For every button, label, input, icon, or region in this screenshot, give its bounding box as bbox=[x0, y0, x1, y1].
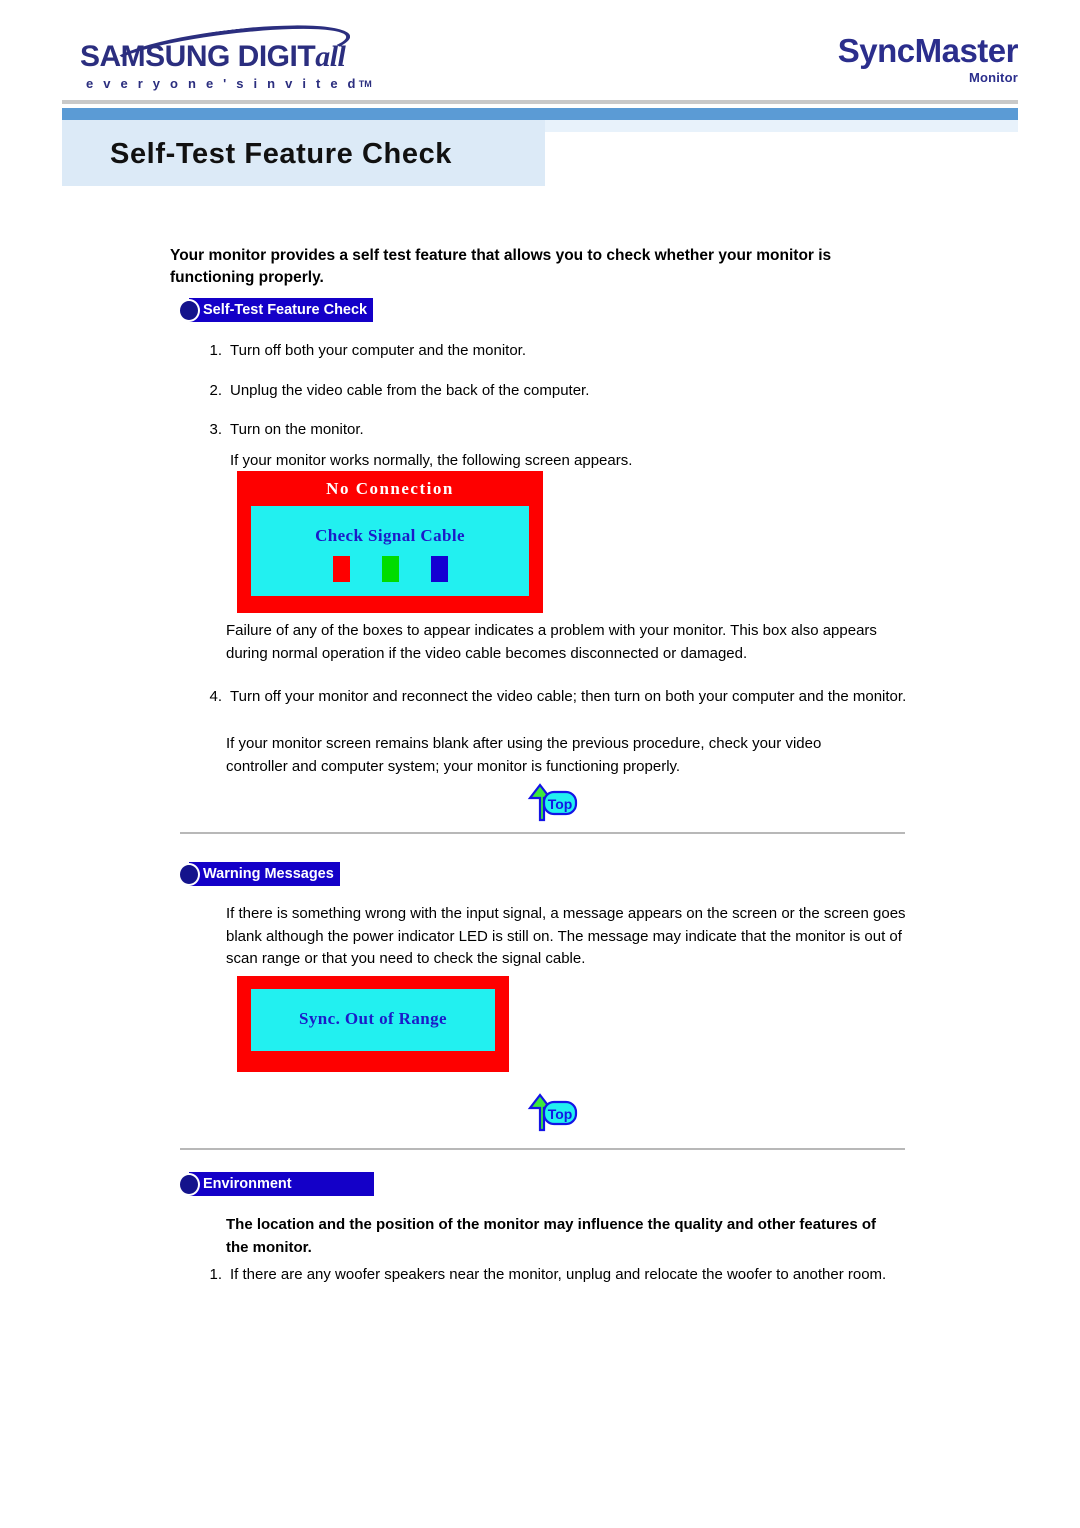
green-swatch bbox=[381, 556, 399, 582]
self-test-steps-list: 1. Turn off both your computer and the m… bbox=[190, 340, 910, 472]
badge-bullet-icon bbox=[178, 298, 200, 322]
closing-paragraph: If your monitor screen remains blank aft… bbox=[226, 735, 822, 775]
section-badge-label: Self-Test Feature Check bbox=[189, 298, 374, 322]
header-rule bbox=[62, 100, 1018, 104]
syncmaster-logo: SyncMaster Monitor bbox=[837, 32, 1019, 85]
list-item-text: If there are any woofer speakers near th… bbox=[230, 1266, 887, 1283]
samsung-logo: SAMSUNG DIGITall e v e r y o n e ' s i n… bbox=[78, 15, 388, 92]
list-item-text: Turn off your monitor and reconnect the … bbox=[230, 688, 907, 705]
top-button[interactable]: Top bbox=[510, 782, 580, 824]
section-badge-label: Environment bbox=[189, 1172, 374, 1196]
list-item-text: Turn on the monitor. bbox=[230, 421, 364, 438]
section-badge-environment: Environment bbox=[176, 1172, 374, 1196]
step3-note: If your monitor works normally, the foll… bbox=[190, 450, 910, 473]
environment-lead-paragraph: The location and the position of the mon… bbox=[226, 1216, 877, 1256]
self-test-step4-list: 4. Turn off your monitor and reconnect t… bbox=[190, 686, 910, 709]
section-badge-warning-messages: Warning Messages bbox=[176, 862, 340, 886]
samsung-wordmark: SAMSUNG DIGITall bbox=[80, 40, 346, 74]
section-divider bbox=[180, 1148, 905, 1150]
samsung-wordmark-s: S bbox=[80, 40, 100, 73]
list-item: 1. Turn off both your computer and the m… bbox=[190, 340, 910, 363]
list-item-number: 2. bbox=[209, 381, 222, 399]
list-item-number: 4. bbox=[209, 688, 222, 705]
list-item: 4. Turn off your monitor and reconnect t… bbox=[190, 686, 910, 709]
samsung-wordmark-all: all bbox=[315, 40, 346, 73]
intro-paragraph: Your monitor provides a self test featur… bbox=[170, 247, 832, 286]
title-band-notch bbox=[545, 132, 1018, 186]
blue-swatch bbox=[430, 556, 448, 582]
title-band-strip bbox=[545, 120, 1018, 132]
section-badge-label: Warning Messages bbox=[189, 862, 340, 886]
samsung-tagline-text: e v e r y o n e ' s i n v i t e d bbox=[86, 76, 359, 91]
red-swatch bbox=[332, 556, 350, 582]
page-title: Self-Test Feature Check bbox=[110, 138, 453, 170]
environment-steps-list: 1. If there are any woofer speakers near… bbox=[190, 1264, 910, 1287]
list-item: 3. Turn on the monitor. bbox=[190, 419, 910, 442]
list-item-text: Turn off both your computer and the moni… bbox=[230, 342, 527, 359]
check-signal-cable-text: Check Signal Cable bbox=[315, 526, 465, 545]
no-connection-screen-graphic: No Connection Check Signal Cable bbox=[237, 471, 543, 613]
list-item-text: Unplug the video cable from the back of … bbox=[230, 381, 590, 399]
failure-paragraph: Failure of any of the boxes to appear in… bbox=[226, 622, 877, 662]
list-item-number: 1. bbox=[209, 1266, 222, 1283]
page-header: SAMSUNG DIGITall e v e r y o n e ' s i n… bbox=[0, 0, 1080, 96]
step3-note-text: If your monitor works normally, the foll… bbox=[230, 451, 633, 469]
section-badge-self-test: Self-Test Feature Check bbox=[176, 298, 374, 322]
syncmaster-title: SyncMaster bbox=[837, 32, 1019, 69]
top-arrow-icon: Top bbox=[527, 783, 578, 822]
svg-text:Top: Top bbox=[548, 1106, 573, 1122]
list-item: 1. If there are any woofer speakers near… bbox=[190, 1264, 910, 1287]
sync-out-of-range-inner-panel: Sync. Out of Range bbox=[251, 989, 495, 1051]
syncmaster-subtitle: Monitor bbox=[968, 70, 1018, 85]
top-button[interactable]: Top bbox=[510, 1092, 580, 1134]
rgb-swatch-row bbox=[251, 556, 529, 582]
list-item-number: 1. bbox=[209, 342, 222, 359]
badge-bullet-icon bbox=[178, 862, 200, 886]
header-accent-band bbox=[62, 108, 1018, 120]
no-connection-inner-panel: Check Signal Cable bbox=[251, 506, 529, 596]
samsung-tagline: e v e r y o n e ' s i n v i t e dTM bbox=[86, 76, 372, 91]
warning-messages-paragraph: If there is something wrong with the inp… bbox=[226, 905, 906, 967]
svg-text:Top: Top bbox=[548, 796, 573, 812]
trademark-mark: TM bbox=[358, 79, 372, 89]
sync-out-of-range-text: Sync. Out of Range bbox=[299, 1009, 447, 1028]
list-item-number: 3. bbox=[209, 421, 222, 438]
section-divider bbox=[180, 832, 905, 834]
badge-bullet-icon bbox=[178, 1172, 200, 1196]
list-item: 2. Unplug the video cable from the back … bbox=[190, 380, 910, 403]
no-connection-title: No Connection bbox=[326, 479, 454, 498]
sync-out-of-range-graphic: Sync. Out of Range bbox=[237, 976, 509, 1072]
samsung-wordmark-main: AMSUNG DIGIT bbox=[99, 40, 316, 73]
top-arrow-icon: Top bbox=[527, 1093, 578, 1132]
